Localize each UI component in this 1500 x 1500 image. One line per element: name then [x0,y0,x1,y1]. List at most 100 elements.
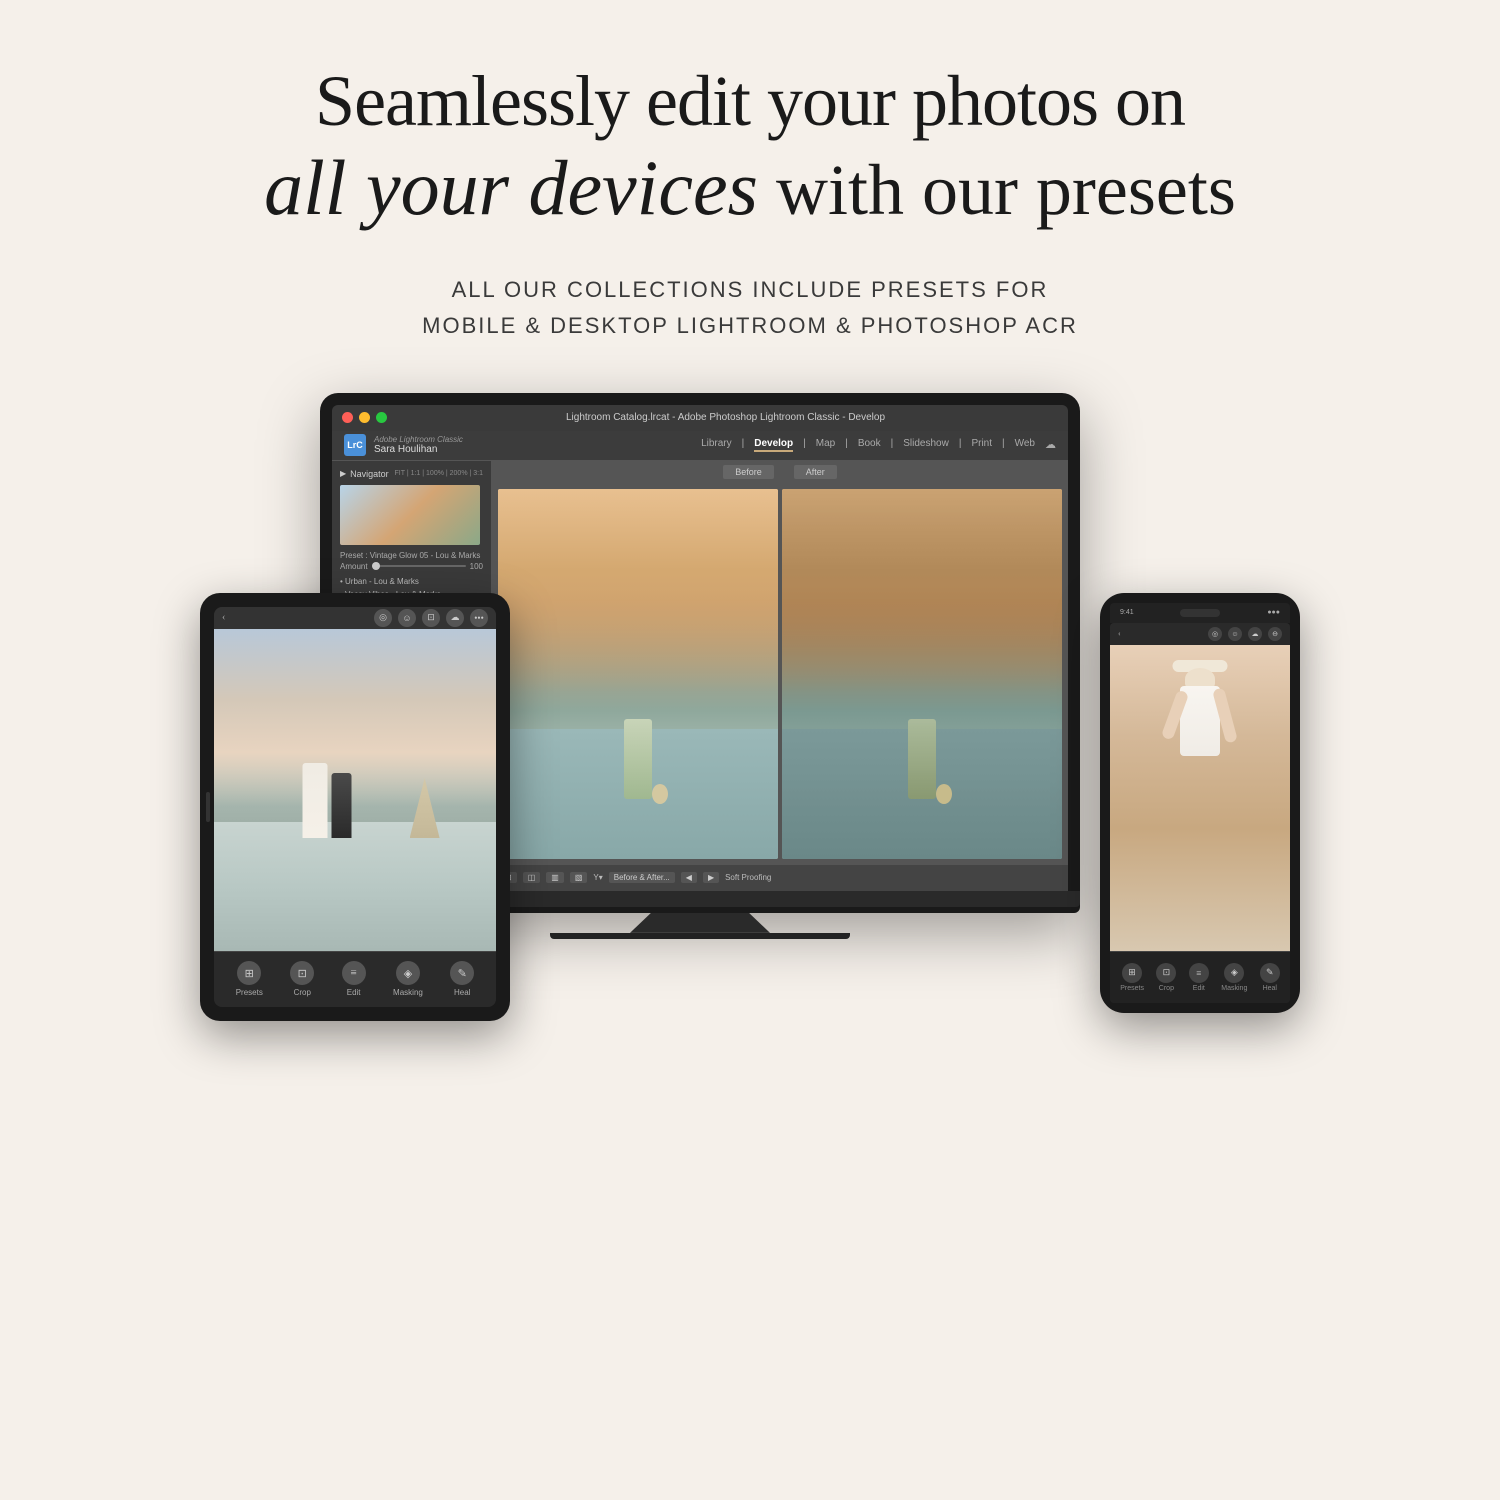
tablet-adjust-icon[interactable]: ◎ [374,609,392,627]
lr-app-name: Adobe Lightroom Classic [374,435,463,444]
devices-container: Lightroom Catalog.lrcat - Adobe Photosho… [200,393,1300,1253]
tool-heal[interactable]: ✎ Heal [450,961,474,997]
tablet-sky [214,629,496,806]
soft-proofing: Soft Proofing [725,873,771,882]
subtitle: ALL OUR COLLECTIONS INCLUDE PRESETS FOR … [422,272,1078,342]
tablet-couple-figures [302,763,351,838]
lr-navigator-header: ▶ Navigator FIT | 1:1 | 100% | 200% | 3:… [340,469,483,479]
phone-screen: ‹ ◎ ☺ ☁ ⊖ [1110,623,1290,1003]
preset-item-1[interactable]: Urban - Lou & Marks [340,575,483,589]
phone-tool-masking[interactable]: ◈ Masking [1221,963,1247,992]
close-dot[interactable] [342,412,353,423]
amount-label: Amount [340,562,368,571]
nav-library[interactable]: Library [701,438,732,452]
phone-masking-icon: ◈ [1224,963,1244,983]
edit-icon: ≡ [342,961,366,985]
navigator-label: Navigator [350,469,389,479]
survey-btn[interactable]: ▧ [570,872,588,883]
tablet-device: ‹ ◎ ☺ ⊡ ☁ ••• [200,593,510,1021]
nav-develop[interactable]: Develop [754,438,793,452]
basket-after [936,784,952,804]
phone-crop-icon: ⊡ [1156,963,1176,983]
presets-icon: ⊞ [237,961,261,985]
lr-username: Adobe Lightroom Classic Sara Houlihan [374,435,463,455]
before-label: Before [723,465,774,479]
groom-figure [331,773,351,838]
after-label: After [794,465,837,479]
nav-web[interactable]: Web [1015,438,1035,452]
tablet-cloud-icon[interactable]: ☁ [446,609,464,627]
crop-label: Crop [294,988,311,997]
phone-edit-label: Edit [1193,985,1205,992]
hero-line2: all your devices with our presets [264,143,1236,233]
tool-masking[interactable]: ◈ Masking [393,961,423,997]
masking-icon: ◈ [396,961,420,985]
model-body [1165,660,1235,860]
edit-label: Edit [347,988,361,997]
tablet-screen: ‹ ◎ ☺ ⊡ ☁ ••• [214,607,496,1007]
masking-label: Masking [393,988,423,997]
figure-after [908,719,936,799]
minimize-dot[interactable] [359,412,370,423]
tablet-more-icon[interactable]: ••• [470,609,488,627]
phone-toolbar: ⊞ Presets ⊡ Crop ≡ Edit ◈ Masking [1110,951,1290,1003]
phone-cloud-icon[interactable]: ☁ [1248,627,1262,641]
tablet-back-icon[interactable]: ‹ [222,612,225,623]
nav-map[interactable]: Map [816,438,835,452]
phone-more-icon[interactable]: ⊖ [1268,627,1282,641]
phone-face-icon[interactable]: ☺ [1228,627,1242,641]
hero-italic: all your devices [264,144,758,231]
hero-line1: Seamlessly edit your photos on [264,60,1236,143]
lr-logo: LrC [344,434,366,456]
phone-device: 9:41 ●●● ‹ ◎ ☺ ☁ ⊖ [1100,593,1300,1013]
tablet-side-button [206,792,210,822]
phone-crop-label: Crop [1159,985,1174,992]
tool-presets[interactable]: ⊞ Presets [236,961,263,997]
tablet-photo [214,629,496,951]
phone-tool-crop[interactable]: ⊡ Crop [1156,963,1176,992]
subtitle-line1: ALL OUR COLLECTIONS INCLUDE PRESETS FOR [422,272,1078,307]
tool-crop[interactable]: ⊡ Crop [290,961,314,997]
hero-section: Seamlessly edit your photos on all your … [264,60,1236,232]
lr-user: Sara Houlihan [374,444,463,455]
amount-row: Amount 100 [340,562,483,571]
phone-heal-icon: ✎ [1260,963,1280,983]
tablet-topbar: ‹ ◎ ☺ ⊡ ☁ ••• [214,607,496,629]
phone-signal: ●●● [1267,609,1280,616]
phone-adjust-icon[interactable]: ◎ [1208,627,1222,641]
laptop-foot [550,933,850,939]
phone-notch [1180,609,1220,617]
phone-photo [1110,645,1290,951]
tool-edit[interactable]: ≡ Edit [342,961,366,997]
compare-btn[interactable]: ▥ [546,872,564,883]
subtitle-line2: MOBILE & DESKTOP LIGHTROOM & PHOTOSHOP A… [422,308,1078,343]
figure-before [624,719,652,799]
maximize-dot[interactable] [376,412,387,423]
lr-nav-thumbnail [340,485,480,545]
phone-tool-heal[interactable]: ✎ Heal [1260,963,1280,992]
phone-outer: 9:41 ●●● ‹ ◎ ☺ ☁ ⊖ [1100,593,1300,1013]
prev-btn[interactable]: ◀ [681,872,697,883]
lr-topnav: LrC Adobe Lightroom Classic Sara Houliha… [332,431,1068,461]
phone-presets-label: Presets [1120,985,1144,992]
nav-book[interactable]: Book [858,438,881,452]
lr-preset-label: Preset : Vintage Glow 05 - Lou & Marks [340,551,483,560]
laptop-stand [630,913,770,933]
lr-main-area: Before After [492,461,1068,891]
nav-slideshow[interactable]: Slideshow [903,438,949,452]
phone-tool-presets[interactable]: ⊞ Presets [1120,963,1144,992]
next-btn[interactable]: ▶ [703,872,719,883]
tablet-face-icon[interactable]: ☺ [398,609,416,627]
before-after-btn[interactable]: Before & After... [609,872,675,883]
lr-nav-right: Library | Develop | Map | Book | Slidesh… [701,438,1056,452]
tablet-frame-icon[interactable]: ⊡ [422,609,440,627]
tablet-outer: ‹ ◎ ☺ ⊡ ☁ ••• [200,593,510,1021]
loupe-btn[interactable]: ◫ [523,872,541,883]
basket-before [652,784,668,804]
phone-back-icon[interactable]: ‹ [1118,629,1121,638]
nav-print[interactable]: Print [971,438,992,452]
tablet-toolbar: ⊞ Presets ⊡ Crop ≡ Edit ◈ Masking [214,951,496,1007]
phone-tool-edit[interactable]: ≡ Edit [1189,963,1209,992]
before-after-bar: Before After [492,461,1068,483]
tablet-ground [214,822,496,951]
